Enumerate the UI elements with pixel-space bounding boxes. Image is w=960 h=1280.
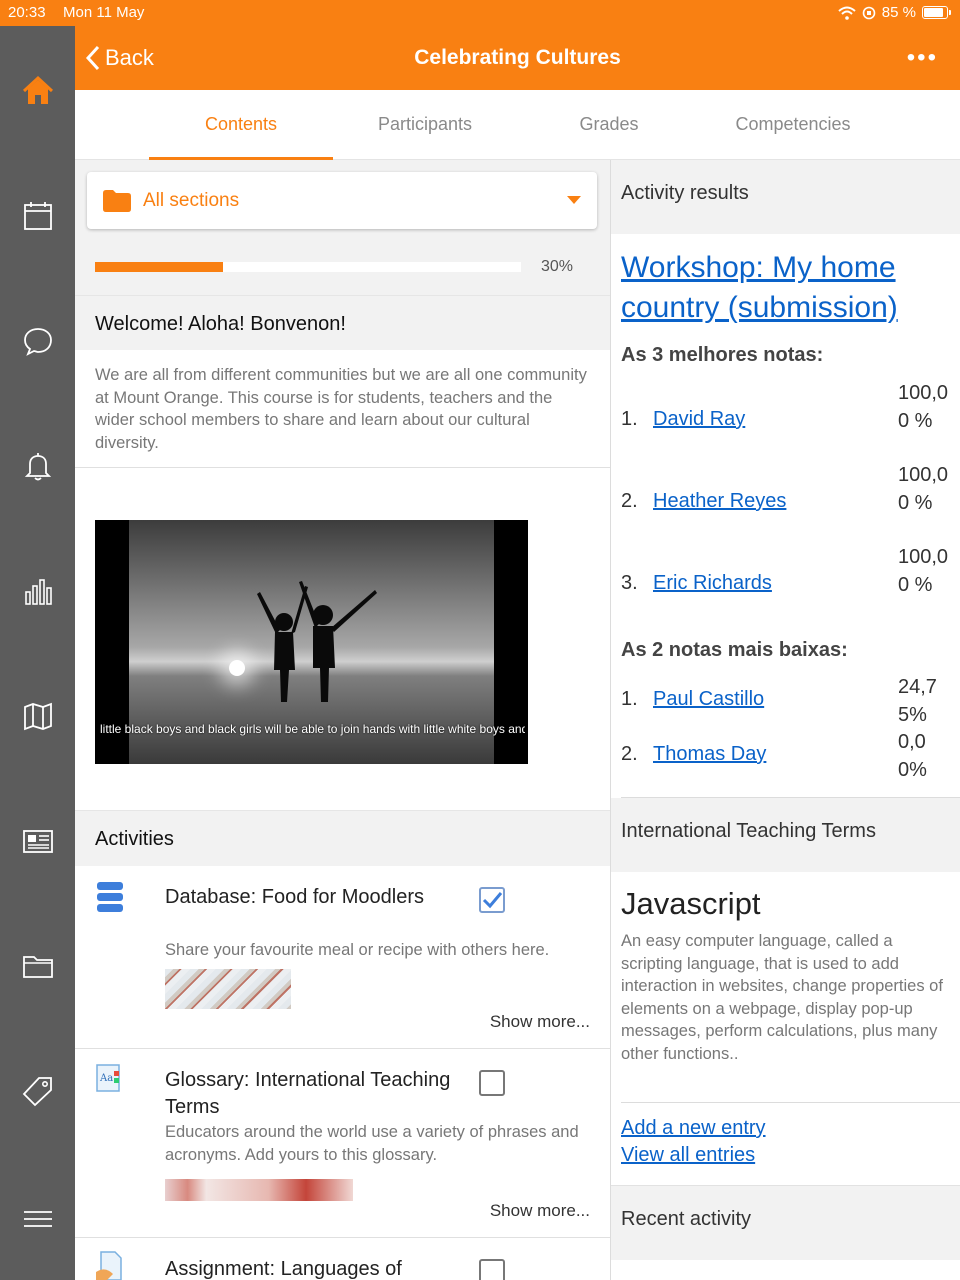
result-grade: 24,75% [898, 676, 937, 726]
welcome-image: little black boys and black girls will b… [95, 520, 528, 764]
course-progress-bar [95, 262, 521, 272]
calendar-icon [23, 202, 52, 230]
activity-database[interactable]: Database: Food for Moodlers Share your f… [75, 866, 610, 1049]
battery-percent: 85 % [881, 4, 916, 21]
messages-icon [23, 328, 52, 356]
course-progress-label: 30% [541, 258, 574, 275]
sidebar-item-tags[interactable] [0, 1056, 75, 1126]
lowest-grades-heading: As 2 notas mais baixas: [621, 639, 848, 661]
database-icon [97, 882, 123, 912]
activity-title[interactable]: Database: Food for Moodlers [165, 884, 465, 911]
activity-glossary[interactable]: Aa Glossary: International Teaching Term… [75, 1049, 610, 1238]
tag-icon [22, 1077, 52, 1107]
section-select[interactable]: All sections [87, 172, 597, 229]
sidebar-item-files[interactable] [0, 931, 75, 1001]
status-date: Mon 11 May [63, 4, 145, 21]
result-rank: 2. [621, 490, 638, 512]
course-tabs: Contents Participants Grades Competencie… [75, 90, 960, 160]
sidebar-item-messages[interactable] [0, 306, 75, 376]
activity-title[interactable]: Assignment: Languages of [165, 1256, 465, 1280]
page-title: Celebrating Cultures [414, 46, 621, 69]
activity-description: Educators around the world use a variety… [165, 1123, 579, 1164]
workshop-link[interactable]: Workshop: My home country (submission) [621, 248, 951, 328]
tab-participants[interactable]: Participants [333, 90, 517, 160]
block-title-recent-activity: Recent activity [611, 1185, 960, 1260]
course-blocks: Activity results Workshop: My home count… [611, 160, 960, 1280]
result-name-link[interactable]: Heather Reyes [653, 490, 786, 513]
map-icon [23, 702, 52, 731]
result-name-link[interactable]: Thomas Day [653, 743, 766, 766]
section-selector-area: All sections 30% [75, 160, 610, 295]
completion-checkbox[interactable] [479, 1259, 505, 1280]
course-contents: All sections 30% Welcome! Aloha! Bonveno… [75, 160, 611, 1280]
status-bar: 20:33 Mon 11 May 85 % [0, 0, 960, 26]
block-title-glossary: International Teaching Terms [611, 798, 960, 872]
folder-icon [103, 189, 131, 212]
status-time: 20:33 [8, 4, 46, 21]
more-options-button[interactable]: ••• [907, 26, 938, 90]
section-title-welcome: Welcome! Aloha! Bonvenon! [75, 295, 610, 350]
sidebar-item-grades[interactable] [0, 556, 75, 626]
home-icon [22, 75, 53, 104]
activity-assignment[interactable]: Assignment: Languages of [75, 1238, 610, 1280]
status-right: 85 % [838, 4, 951, 21]
grades-icon [24, 579, 52, 605]
result-name-link[interactable]: David Ray [653, 408, 745, 431]
sidebar-item-home[interactable] [0, 56, 75, 126]
result-grade: 100,00 % [898, 546, 949, 596]
checkmark-icon [482, 892, 503, 909]
result-rank: 3. [621, 572, 638, 594]
result-grade: 100,00 % [898, 382, 949, 432]
divider [621, 1102, 960, 1103]
completion-checkbox[interactable] [479, 887, 505, 913]
files-icon [22, 956, 53, 978]
menu-icon [23, 1211, 52, 1227]
news-icon [22, 830, 53, 853]
top-navbar: Back Celebrating Cultures ••• [75, 26, 960, 90]
sidebar-item-calendar[interactable] [0, 181, 75, 251]
glossary-term: Javascript [621, 886, 761, 921]
sidebar-item-menu[interactable] [0, 1184, 75, 1254]
tab-contents[interactable]: Contents [149, 90, 333, 160]
result-rank: 2. [621, 743, 638, 765]
tab-competencies[interactable]: Competencies [701, 90, 885, 160]
glossary-definition: An easy computer language, called a scri… [621, 932, 943, 1063]
battery-icon [922, 6, 951, 19]
orientation-lock-icon [862, 6, 876, 19]
result-name-link[interactable]: Paul Castillo [653, 688, 764, 711]
glossary-icon: Aa [96, 1064, 120, 1092]
activity-title[interactable]: Glossary: International Teaching Terms [165, 1067, 465, 1121]
block-title-activity-results: Activity results [611, 160, 960, 234]
activity-description: Share your favourite meal or recipe with… [165, 941, 550, 959]
result-rank: 1. [621, 408, 638, 430]
divider [75, 467, 610, 468]
activity-image [165, 969, 291, 1009]
sidebar-item-notifications[interactable] [0, 431, 75, 501]
show-more-link[interactable]: Show more... [490, 1201, 590, 1221]
app-sidebar [0, 26, 75, 1280]
assignment-icon [96, 1251, 122, 1280]
show-more-link[interactable]: Show more... [490, 1012, 590, 1032]
section-summary: We are all from different communities bu… [95, 366, 587, 452]
result-name-link[interactable]: Eric Richards [653, 572, 772, 595]
chevron-down-icon [567, 196, 581, 204]
result-grade: 100,00 % [898, 464, 949, 514]
top-grades-heading: As 3 melhores notas: [621, 344, 824, 366]
course-progress-fill [95, 262, 223, 272]
section-select-label: All sections [143, 189, 240, 211]
image-caption: little black boys and black girls will b… [100, 722, 525, 736]
completion-checkbox[interactable] [479, 1070, 505, 1096]
notifications-icon [24, 453, 51, 481]
sidebar-item-news[interactable] [0, 806, 75, 876]
view-entries-link[interactable]: View all entries [621, 1144, 755, 1167]
activity-image [165, 1179, 353, 1201]
result-rank: 1. [621, 688, 638, 710]
sidebar-item-sitemap[interactable] [0, 681, 75, 751]
add-entry-link[interactable]: Add a new entry [621, 1117, 766, 1140]
svg-text:Aa: Aa [99, 1073, 113, 1084]
section-title-activities: Activities [75, 810, 610, 866]
wifi-icon [838, 6, 856, 20]
result-grade: 0,00% [898, 731, 927, 781]
tab-grades[interactable]: Grades [517, 90, 701, 160]
